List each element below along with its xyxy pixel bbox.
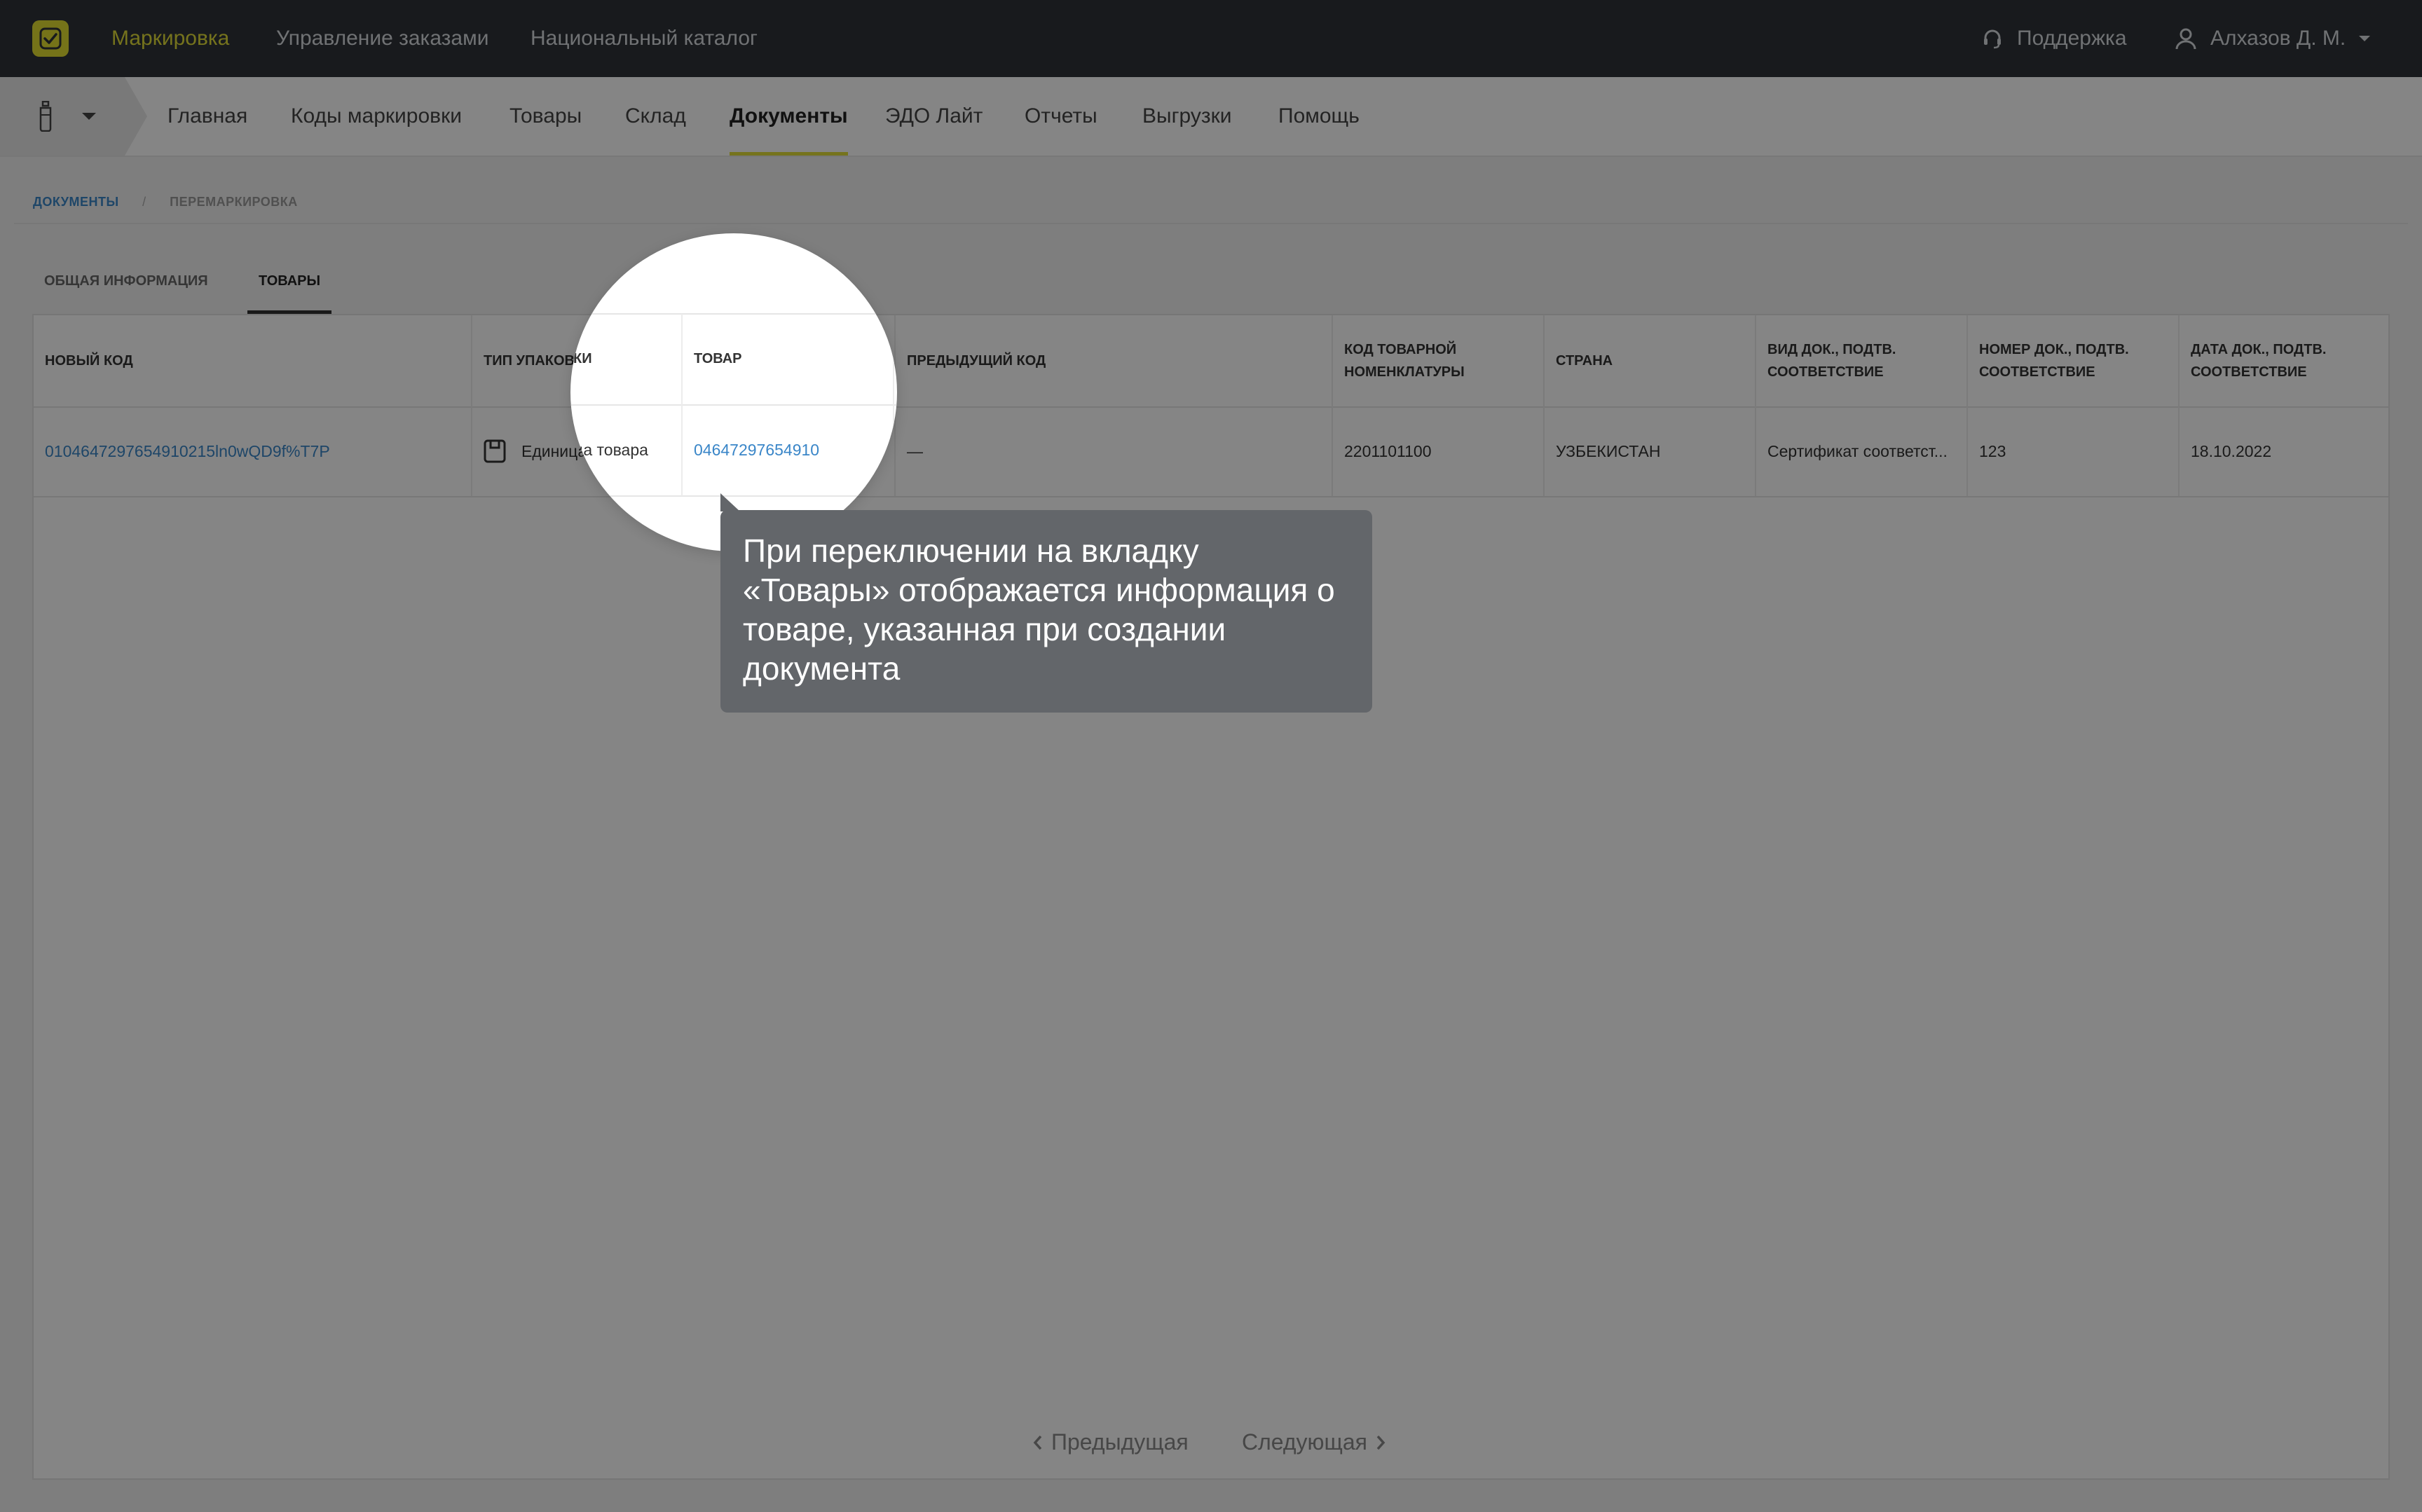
subnav-exports[interactable]: Выгрузки	[1142, 77, 1232, 156]
divider	[681, 314, 683, 496]
onboarding-tooltip: При переключении на вкладку «Товары» ото…	[720, 493, 1372, 713]
col-doc-date[interactable]: Дата док., подтв. соответствие	[2180, 315, 2391, 406]
prev-page-label: Предыдущая	[1051, 1429, 1189, 1455]
col-tnved[interactable]: Код товарной номенклатуры	[1333, 315, 1545, 406]
breadcrumb-separator: /	[142, 195, 146, 209]
goods-table: Новый код Тип упаковки Товар Предыдущий …	[32, 314, 2390, 1480]
support-label: Поддержка	[2017, 27, 2127, 50]
user-icon	[2174, 27, 2198, 50]
spot-product-link[interactable]: 04647297654910	[694, 441, 819, 460]
cell-doc-number: 123	[1968, 406, 2180, 496]
prev-page-button[interactable]: Предыдущая	[1033, 1429, 1189, 1455]
tooltip-text: При переключении на вкладку «Товары» ото…	[743, 532, 1335, 687]
divider	[570, 404, 897, 406]
bottle-icon	[36, 101, 55, 132]
subnav-warehouse[interactable]: Склад	[625, 77, 686, 156]
subnav-documents[interactable]: Документы	[730, 77, 848, 156]
top-bar: Маркировка Управление заказами Националь…	[0, 0, 2422, 77]
divider	[14, 223, 2408, 224]
breadcrumb: Документы / Перемаркировка	[33, 195, 298, 209]
spot-pack-type: Единица товара	[570, 441, 648, 459]
breadcrumb-documents[interactable]: Документы	[33, 195, 119, 209]
new-code-link[interactable]: 0104647297654910215ln0wQD9f%T7P	[45, 442, 330, 461]
user-name: Алхазов Д. М.	[2210, 27, 2346, 50]
col-prev-code[interactable]: Предыдущий код	[896, 315, 1333, 406]
topnav-orders[interactable]: Управление заказами	[276, 0, 489, 77]
topnav-catalog[interactable]: Национальный каталог	[531, 0, 758, 77]
product-group-switcher[interactable]	[0, 77, 147, 156]
tab-general-info[interactable]: Общая информация	[44, 266, 208, 314]
cell-tnved: 2201101100	[1333, 406, 1545, 496]
headset-icon	[1980, 27, 2004, 50]
col-doc-type[interactable]: Вид док., подтв. соответствие	[1756, 315, 1968, 406]
chevron-right-icon	[1376, 1435, 1386, 1450]
cell-country: УЗБЕКИСТАН	[1545, 406, 1756, 496]
col-new-code[interactable]: Новый код	[34, 315, 472, 406]
subnav-edo-lite[interactable]: ЭДО Лайт	[885, 77, 983, 156]
subnav-help[interactable]: Помощь	[1278, 77, 1360, 156]
subnav-main[interactable]: Главная	[167, 77, 247, 156]
spot-col-pack-type: Тип упаковки	[570, 351, 592, 366]
table-header: Новый код Тип упаковки Товар Предыдущий …	[34, 315, 2388, 408]
subnav-codes[interactable]: Коды маркировки	[291, 77, 462, 156]
chevron-down-icon	[2358, 34, 2371, 43]
col-doc-number[interactable]: Номер док., подтв. соответствие	[1968, 315, 2180, 406]
table-row[interactable]: 0104647297654910215ln0wQD9f%T7P Единица …	[34, 406, 2388, 497]
support-link[interactable]: Поддержка	[1980, 0, 2127, 77]
tab-goods[interactable]: Товары	[247, 266, 332, 314]
cell-doc-date: 18.10.2022	[2191, 441, 2272, 460]
cell-new-code[interactable]: 0104647297654910215ln0wQD9f%T7P	[34, 406, 472, 496]
topnav-marking[interactable]: Маркировка	[111, 0, 229, 77]
col-country[interactable]: Страна	[1545, 315, 1756, 406]
next-page-label: Следующая	[1242, 1429, 1367, 1455]
chevron-left-icon	[1033, 1435, 1043, 1450]
spot-col-product: Товар	[694, 351, 742, 366]
logo-icon[interactable]	[32, 20, 69, 57]
breadcrumb-current: Перемаркировка	[170, 195, 298, 209]
cell-doc-type: Сертификат соответст...	[1756, 406, 1968, 496]
cell-prev-code: —	[896, 406, 1333, 496]
next-page-button[interactable]: Следующая	[1242, 1429, 1386, 1455]
subnav-reports[interactable]: Отчеты	[1025, 77, 1097, 156]
section-nav: Главная Коды маркировки Товары Склад Док…	[0, 77, 2422, 157]
divider	[893, 314, 894, 496]
user-menu[interactable]: Алхазов Д. М.	[2174, 0, 2371, 77]
package-unit-icon	[484, 439, 506, 463]
chevron-down-icon	[81, 111, 97, 121]
subnav-goods[interactable]: Товары	[509, 77, 582, 156]
divider	[570, 313, 897, 315]
